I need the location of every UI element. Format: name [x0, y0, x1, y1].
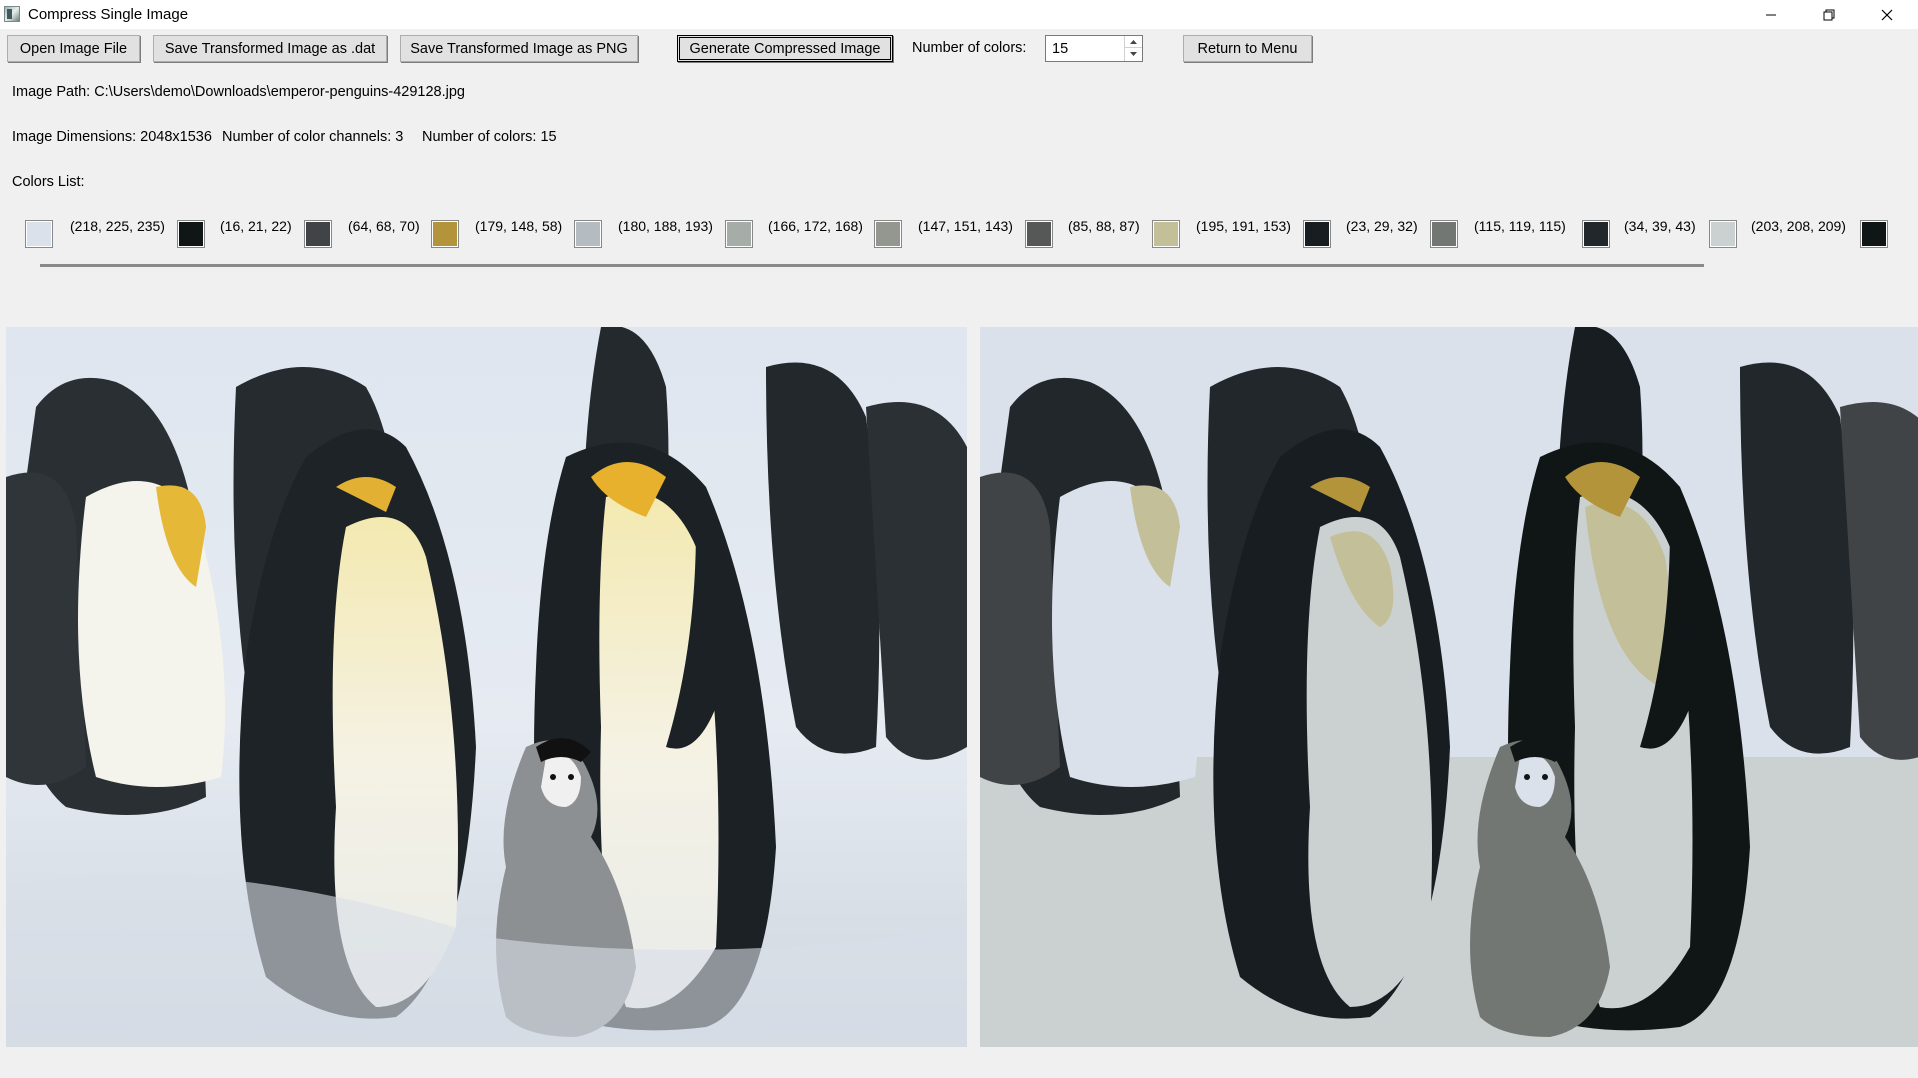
color-swatch-label: (203, 208, 209): [1751, 218, 1846, 234]
color-swatch: [1303, 220, 1331, 248]
return-to-menu-button[interactable]: Return to Menu: [1183, 35, 1312, 62]
save-png-button[interactable]: Save Transformed Image as PNG: [400, 35, 638, 62]
original-image-canvas: [6, 327, 967, 1047]
color-swatch: [304, 220, 332, 248]
minimize-icon: [1766, 14, 1776, 15]
color-swatch-label: (166, 172, 168): [768, 218, 863, 234]
num-colors-spinbox[interactable]: [1045, 35, 1143, 62]
color-swatch: [574, 220, 602, 248]
color-swatch-label: (16, 21, 22): [220, 218, 292, 234]
color-swatch: [1152, 220, 1180, 248]
horizontal-scrollbar[interactable]: [40, 264, 1704, 267]
generate-compressed-button[interactable]: Generate Compressed Image: [677, 35, 893, 62]
close-button[interactable]: [1858, 0, 1916, 29]
chevron-up-icon: [1130, 39, 1137, 44]
color-swatch: [725, 220, 753, 248]
image-dimensions-label: Image Dimensions: 2048x1536: [12, 129, 212, 145]
restore-icon: [1823, 9, 1835, 20]
color-swatch-label: (218, 225, 235): [70, 218, 165, 234]
color-swatch: [177, 220, 205, 248]
compressed-image-canvas: [980, 327, 1918, 1047]
color-swatch-label: (179, 148, 58): [475, 218, 563, 234]
color-swatch-label: (34, 39, 43): [1624, 218, 1696, 234]
original-image: [6, 327, 967, 1047]
color-channels-label: Number of color channels: 3: [222, 129, 404, 145]
color-swatch: [431, 220, 459, 248]
save-dat-button[interactable]: Save Transformed Image as .dat: [153, 35, 387, 62]
num-colors-label: Number of colors:: [912, 40, 1027, 56]
spin-up-button[interactable]: [1125, 36, 1142, 48]
app-icon: [4, 6, 20, 22]
color-swatch: [1709, 220, 1737, 248]
color-swatch-label: (180, 188, 193): [618, 218, 713, 234]
color-swatch: [1860, 220, 1888, 248]
color-swatch: [1582, 220, 1610, 248]
num-colors-info-label: Number of colors: 15: [422, 129, 557, 145]
color-swatch-label: (147, 151, 143): [918, 218, 1013, 234]
image-path-label: Image Path: C:\Users\demo\Downloads\empe…: [12, 84, 465, 100]
color-swatch-label: (195, 191, 153): [1196, 218, 1291, 234]
chevron-down-icon: [1130, 52, 1137, 56]
window-title: Compress Single Image: [28, 6, 189, 23]
spin-down-button[interactable]: [1125, 48, 1142, 60]
compressed-image: [980, 327, 1918, 1047]
color-swatch: [1025, 220, 1053, 248]
restore-button[interactable]: [1800, 0, 1858, 29]
spin-buttons: [1124, 36, 1142, 61]
color-swatch-label: (115, 119, 115): [1474, 218, 1566, 234]
minimize-button[interactable]: [1742, 0, 1800, 29]
color-swatch-label: (85, 88, 87): [1068, 218, 1140, 234]
color-swatch-label: (64, 68, 70): [348, 218, 420, 234]
color-swatch: [874, 220, 902, 248]
open-image-button[interactable]: Open Image File: [7, 35, 140, 62]
title-bar: Compress Single Image: [0, 0, 1918, 29]
colors-list-label: Colors List:: [12, 174, 85, 190]
color-swatch: [1430, 220, 1458, 248]
close-icon: [1881, 9, 1893, 20]
num-colors-input[interactable]: [1046, 36, 1124, 61]
color-swatch: [25, 220, 53, 248]
color-swatch-label: (23, 29, 32): [1346, 218, 1418, 234]
